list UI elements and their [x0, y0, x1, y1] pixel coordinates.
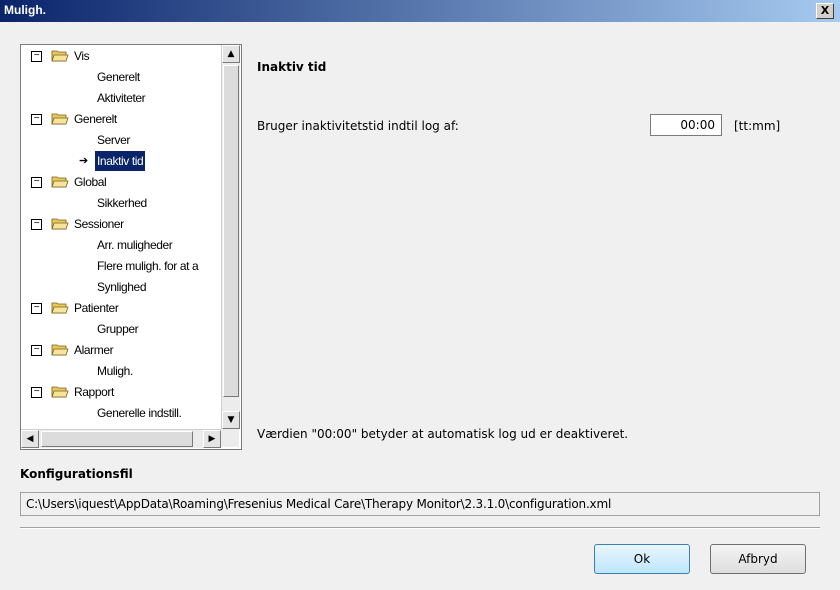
expander-minus-icon[interactable]: − [31, 387, 42, 398]
window-title: Muligh. [4, 3, 46, 17]
scroll-down-icon[interactable]: ▼ [222, 411, 240, 429]
tree-group-label: Patienter [74, 301, 119, 315]
expander-minus-icon[interactable]: − [31, 303, 42, 314]
tree-group-label: Rapport [74, 385, 114, 399]
title-bar: Muligh. X [0, 0, 840, 22]
expander-minus-icon[interactable]: − [31, 219, 42, 230]
selection-arrow-icon: ➔ [79, 155, 88, 167]
tree-item-label: Inaktiv tid [95, 151, 146, 171]
scroll-right-icon[interactable]: ▶ [203, 430, 221, 448]
tree-group-label: Sessioner [74, 217, 124, 231]
expander-minus-icon[interactable]: − [31, 177, 42, 188]
vertical-scrollbar[interactable]: ▲ ▼ [221, 45, 240, 429]
tree-item-label: Arr. muligheder [97, 238, 173, 252]
info-note: Værdien "00:00" betyder at automatisk lo… [257, 427, 629, 441]
tree-item-label: Aktiviteter [97, 91, 146, 105]
tree-group-label: Generelt [74, 112, 117, 126]
tree-item-label: Grupper [97, 322, 139, 336]
tree-item-label: Generelle indstill. [97, 406, 182, 420]
tree-content: − Vis Generelt Aktiviteter − Generelt Server ➔ I… [21, 45, 221, 429]
tree-item-label: Muligh. [97, 364, 133, 378]
horizontal-scroll-thumb[interactable] [41, 431, 193, 447]
folder-open-icon [51, 302, 69, 314]
vertical-scroll-thumb[interactable] [223, 65, 239, 397]
tree-item-label: Server [97, 133, 130, 147]
tree-group-label: Global [74, 175, 107, 189]
horizontal-scrollbar[interactable]: ◀ ▶ [21, 429, 221, 448]
folder-open-icon [51, 113, 69, 125]
config-file-title: Konfigurationsfil [20, 467, 133, 481]
folder-open-icon [51, 218, 69, 230]
cancel-button[interactable]: Afbryd [710, 544, 806, 574]
time-unit-label: [tt:mm] [734, 119, 781, 133]
close-button[interactable]: X [816, 3, 834, 19]
config-file-path: C:\Users\iquest\AppData\Roaming\Freseniu… [20, 492, 820, 516]
tree-item-label: Sikkerhed [97, 196, 147, 210]
ok-button[interactable]: Ok [594, 544, 690, 574]
scroll-left-icon[interactable]: ◀ [21, 430, 39, 448]
scrollbar-corner [221, 429, 239, 447]
expander-minus-icon[interactable]: − [31, 114, 42, 125]
folder-open-icon [51, 50, 69, 62]
folder-open-icon [51, 344, 69, 356]
expander-minus-icon[interactable]: − [31, 51, 42, 62]
panel-heading: Inaktiv tid [257, 60, 327, 74]
tree-item-label: Generelt [97, 70, 140, 84]
inactivity-time-input[interactable] [650, 114, 722, 136]
tree-group-label: Vis [74, 49, 90, 63]
tree-item-label: Flere muligh. for at a [97, 259, 199, 273]
separator [20, 527, 820, 529]
close-icon: X [820, 4, 830, 17]
inactivity-time-label: Bruger inaktivitetstid indtil log af: [257, 119, 459, 133]
tree-item-label: Synlighed [97, 280, 147, 294]
tree-group-label: Alarmer [74, 343, 114, 357]
expander-minus-icon[interactable]: − [31, 345, 42, 356]
folder-open-icon [51, 176, 69, 188]
options-tree[interactable]: − Vis Generelt Aktiviteter − Generelt Server ➔ I… [20, 44, 242, 450]
folder-open-icon [51, 386, 69, 398]
scroll-up-icon[interactable]: ▲ [222, 45, 240, 63]
